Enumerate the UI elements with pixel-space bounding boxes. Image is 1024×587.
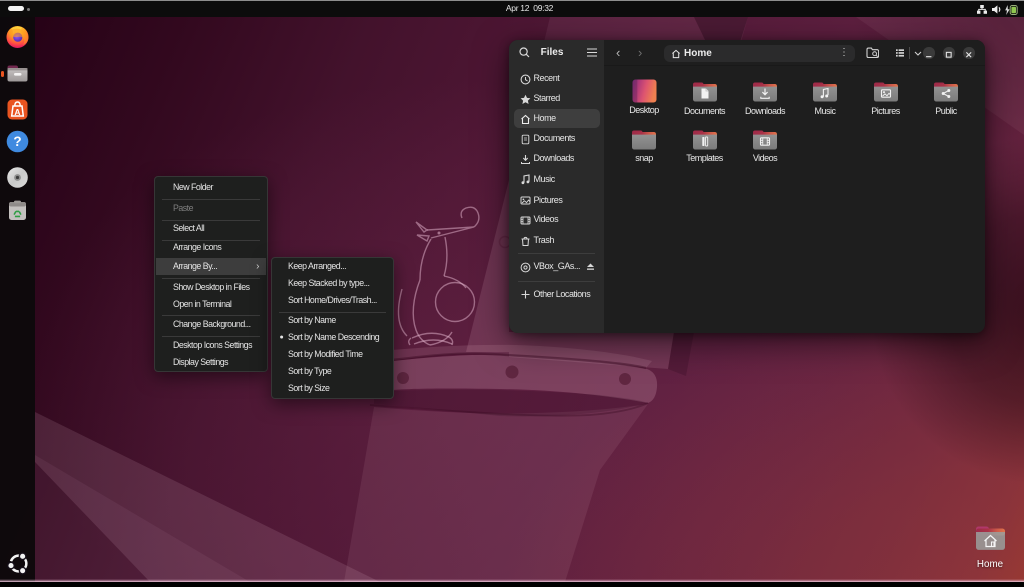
svg-text:A: A — [14, 107, 20, 117]
svg-text:?: ? — [13, 134, 21, 149]
